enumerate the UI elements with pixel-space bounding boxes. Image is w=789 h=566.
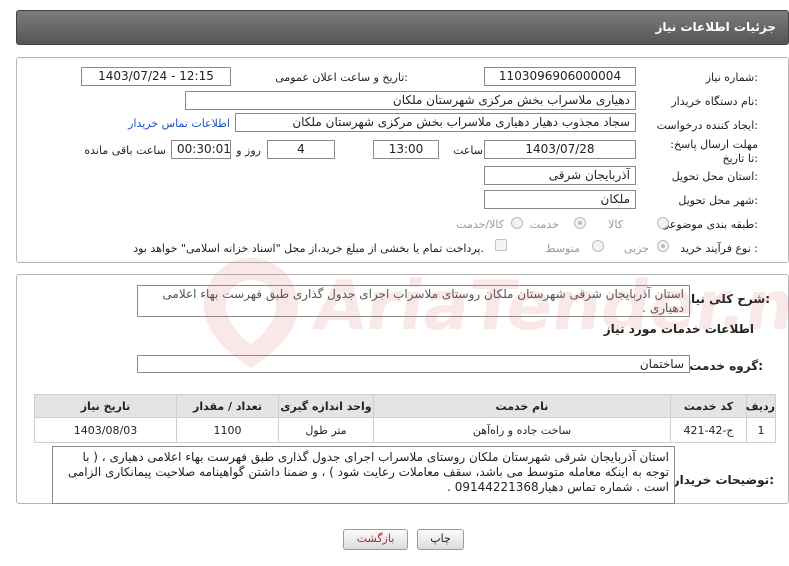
category-option-goods: کالا: [608, 218, 623, 231]
cell-service-name: ساخت جاده و راه‌آهن: [373, 417, 671, 443]
watermark-text: AriaTender.net: [308, 267, 789, 346]
table-header-row: ردیف کد خدمت نام خدمت واحد اندازه گیری ت…: [34, 394, 776, 418]
service-group-label: گروه خدمت:: [689, 359, 763, 373]
col-header-service-code: کد خدمت: [670, 394, 747, 418]
col-header-unit: واحد اندازه گیری: [278, 394, 374, 418]
category-option-service: خدمت: [529, 218, 559, 231]
category-radio-goods-service[interactable]: [511, 217, 523, 229]
province-label: استان محل تحویل:: [671, 170, 758, 183]
treasury-payment-checkbox[interactable]: [495, 239, 507, 251]
announce-datetime-field: 1403/07/24 - 12:15: [81, 67, 231, 86]
cell-need-date: 1403/08/03: [34, 417, 177, 443]
process-label: نوع فرآیند خرید :: [680, 242, 758, 255]
remaining-days-field: 4: [267, 140, 335, 159]
cell-service-code: ج-42-421: [670, 417, 747, 443]
back-button[interactable]: بازگشت: [343, 529, 408, 550]
process-option-medium: متوسط: [545, 242, 580, 255]
announce-datetime-label: تاریخ و ساعت اعلان عمومی:: [275, 71, 408, 84]
requester-field: سجاد مجذوب دهیار دهیاری ملاسراب بخش مرکز…: [235, 113, 636, 132]
cell-unit: متر طول: [278, 417, 374, 443]
need-number-label: شماره نیاز:: [705, 71, 758, 84]
remaining-time-label: ساعت باقی مانده: [84, 144, 166, 157]
buyer-org-field: دهیاری ملاسراب بخش مرکزی شهرستان ملکان: [185, 91, 636, 110]
city-field: ملکان: [484, 190, 636, 209]
col-header-need-date: تاریخ نیاز: [34, 394, 177, 418]
page-header: جزئیات اطلاعات نیاز: [16, 10, 789, 45]
buyer-notes-textarea: استان آذربایجان شرقی شهرستان ملکان روستا…: [52, 446, 675, 504]
deadline-time-label: ساعت: [453, 144, 483, 157]
remaining-days-label: روز و: [236, 144, 261, 157]
buyer-notes-label: توضیحات خریدار:: [672, 473, 774, 487]
deadline-time-field: 13:00: [373, 140, 439, 159]
print-button[interactable]: چاپ: [417, 529, 464, 550]
services-table: ردیف کد خدمت نام خدمت واحد اندازه گیری ت…: [34, 394, 776, 443]
requester-label: ایجاد کننده درخواست:: [656, 119, 758, 132]
category-radio-goods[interactable]: [657, 217, 669, 229]
table-row: 1 ج-42-421 ساخت جاده و راه‌آهن متر طول 1…: [34, 417, 776, 443]
buyer-org-label: نام دستگاه خریدار:: [671, 95, 758, 108]
category-label: طبقه بندی موضوعی:: [660, 218, 758, 231]
treasury-payment-note: پرداخت تمام یا بخشی از مبلغ خرید،از محل …: [133, 242, 484, 255]
province-field: آذربایجان شرقی: [484, 166, 636, 185]
remaining-time-field: 00:30:01: [171, 140, 231, 159]
process-radio-medium[interactable]: [592, 240, 604, 252]
watermark-logo-icon: [204, 258, 298, 368]
deadline-label: مهلت ارسال پاسخ: تا تاریخ:: [670, 138, 758, 165]
category-radio-service[interactable]: [574, 217, 586, 229]
buyer-contact-link[interactable]: اطلاعات تماس خریدار: [128, 117, 230, 130]
process-option-minor: جزیی: [623, 242, 649, 255]
page-title: جزئیات اطلاعات نیاز: [655, 20, 776, 34]
col-header-row-number: ردیف: [746, 394, 776, 418]
need-number-field: 1103096906000004: [484, 67, 636, 86]
category-option-goods-service: کالا/خدمت: [456, 218, 504, 231]
cell-row-number: 1: [746, 417, 776, 443]
deadline-date-field: 1403/07/28: [484, 140, 636, 159]
process-radio-minor[interactable]: [657, 240, 669, 252]
col-header-service-name: نام خدمت: [373, 394, 671, 418]
city-label: شهر محل تحویل:: [678, 194, 758, 207]
cell-quantity: 1100: [176, 417, 279, 443]
col-header-quantity: تعداد / مقدار: [176, 394, 279, 418]
